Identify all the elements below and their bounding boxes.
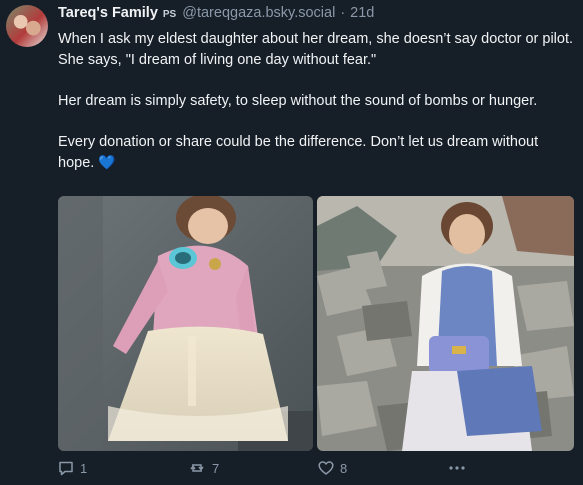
post-actions: 1 7 8 <box>58 460 478 480</box>
post-paragraph: Every donation or share could be the dif… <box>58 132 576 174</box>
like-count: 8 <box>340 460 348 476</box>
post-text: When I ask my eldest daughter about her … <box>58 29 576 174</box>
reply-icon <box>59 461 73 476</box>
author-handle[interactable]: @tareqgaza.bsky.social <box>182 5 335 21</box>
post-timestamp[interactable]: 21d <box>350 5 374 21</box>
repost-button[interactable]: 7 <box>188 460 219 476</box>
reply-button[interactable]: 1 <box>58 460 87 476</box>
avatar[interactable] <box>6 5 48 47</box>
reply-count: 1 <box>80 460 88 476</box>
post-header: Tareq's Family PS @tareqgaza.bsky.social… <box>58 5 374 23</box>
post-paragraph-text: Every donation or share could be the dif… <box>58 133 539 172</box>
post-card: Tareq's Family PS @tareqgaza.bsky.social… <box>0 0 583 485</box>
country-badge: PS <box>162 9 177 20</box>
more-icon <box>449 466 465 470</box>
more-options-button[interactable] <box>448 460 466 476</box>
repost-icon <box>190 464 204 472</box>
post-paragraph: Her dream is simply safety, to sleep wit… <box>58 92 538 109</box>
post-image-2[interactable] <box>317 196 574 451</box>
post-image-1[interactable] <box>58 196 313 451</box>
photo-girl-pink-sweater-icon <box>58 196 313 451</box>
separator: · <box>340 5 346 21</box>
heart-icon <box>318 461 334 475</box>
post-paragraph: When I ask my eldest daughter about her … <box>58 31 574 68</box>
like-button[interactable]: 8 <box>318 460 347 476</box>
author-display-name[interactable]: Tareq's Family <box>58 5 158 21</box>
blue-heart-icon: 💙 <box>98 154 116 170</box>
repost-count: 7 <box>212 460 220 476</box>
photo-girl-on-rubble-icon <box>317 196 574 451</box>
